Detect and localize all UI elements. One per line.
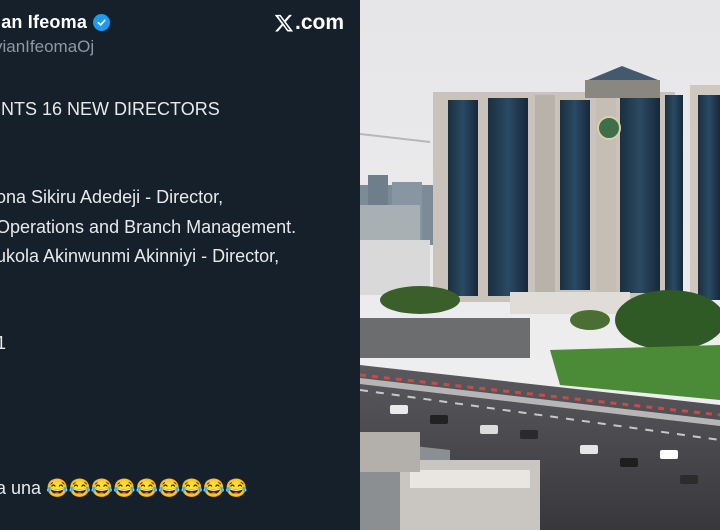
- brand-text: .com: [294, 11, 344, 34]
- x-logo-icon: [274, 13, 294, 33]
- author-display-name[interactable]: ian Ifeoma: [0, 12, 87, 33]
- tweet-text-line-4: ukola Akinwunmi Akinniyi - Director,: [0, 246, 280, 266]
- tweet-text-line-1: INTS 16 NEW DIRECTORS: [0, 99, 220, 119]
- office-tower-photo: [360, 0, 720, 530]
- author-row[interactable]: ian Ifeoma: [0, 12, 111, 33]
- author-handle[interactable]: vianIfeomaOj: [0, 37, 94, 57]
- tweet-text-line-2: ona Sikiru Adedeji - Director,: [0, 187, 224, 207]
- tweet-text-line-3: Operations and Branch Management.: [0, 217, 297, 237]
- tweet-card: ian Ifeoma vianIfeomaOj .com INTS 16 NEW…: [0, 0, 360, 530]
- tweet-text-line-6: a una 😂😂😂😂😂😂😂😂😂: [0, 478, 248, 498]
- verified-badge-icon: [93, 14, 111, 31]
- tweet-text-line-5: 1: [0, 333, 7, 353]
- brand-watermark: .com: [274, 11, 344, 35]
